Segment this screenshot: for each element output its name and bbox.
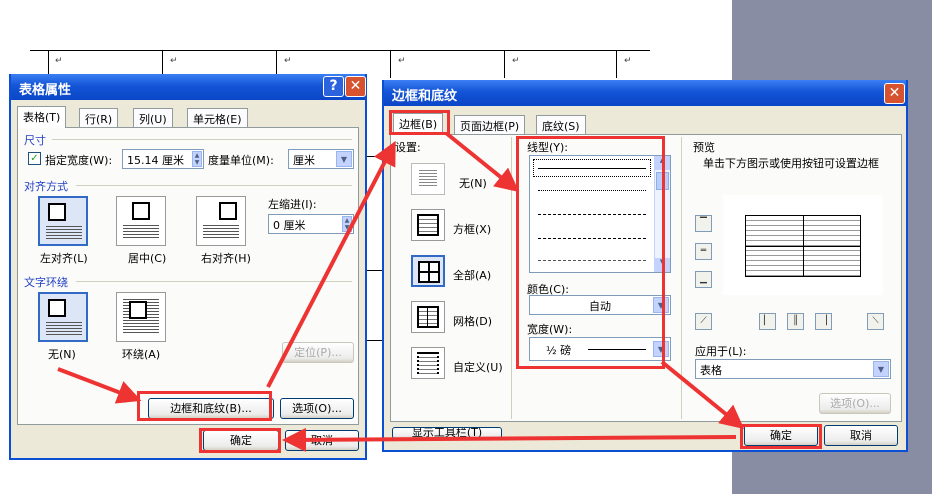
measure-in-select[interactable]: 厘米 ▼: [288, 149, 354, 169]
wrap-none-option[interactable]: [38, 292, 88, 342]
align-left-label: 左对齐(L): [40, 252, 88, 265]
wrap-section-label: 文字环绕: [24, 276, 68, 289]
wrap-around-icon: [129, 301, 147, 319]
left-border-button[interactable]: ▏: [759, 313, 776, 330]
cell-mark: ↵: [170, 56, 178, 66]
align-right-option[interactable]: [196, 196, 246, 246]
align-center-label: 居中(C): [128, 252, 167, 265]
setting-label: 设置:: [395, 141, 421, 154]
right-border-button[interactable]: ▕: [815, 313, 832, 330]
spinner-icon[interactable]: ▲ ▼: [342, 216, 352, 232]
table-center-icon: [132, 202, 150, 220]
diagonal-up-button[interactable]: ⟋: [695, 313, 712, 330]
chevron-down-icon[interactable]: ▼: [873, 361, 889, 377]
cell-mark: ↵: [398, 56, 406, 66]
custom-border-icon: [417, 352, 439, 374]
highlight-ok-button: [199, 428, 281, 453]
cancel-button[interactable]: 取消: [824, 425, 898, 446]
highlight-ok-button: [740, 424, 822, 449]
tab-column[interactable]: 列(U): [133, 108, 173, 128]
setting-none-option[interactable]: [411, 163, 445, 195]
cell-mark: ↵: [284, 56, 292, 66]
tab-table[interactable]: 表格(T): [17, 106, 67, 128]
setting-all-label: 全部(A): [453, 269, 492, 282]
preferred-width-checkbox[interactable]: ✓: [28, 152, 41, 165]
tab-cell[interactable]: 单元格(E): [187, 108, 248, 128]
wrap-none-label: 无(N): [48, 348, 76, 361]
options-button[interactable]: 选项(O)...: [819, 393, 891, 414]
cell-mark: ↵: [624, 56, 632, 66]
tab-page-border[interactable]: 页面边框(P): [454, 115, 526, 135]
align-center-option[interactable]: [116, 196, 166, 246]
alignment-section-label: 对齐方式: [24, 180, 68, 193]
size-section-label: 尺寸: [24, 134, 46, 147]
preview-area[interactable]: [723, 195, 883, 295]
spinner-icon[interactable]: ▲ ▼: [192, 151, 202, 167]
setting-none-label: 无(N): [459, 177, 487, 190]
table-border: [504, 50, 505, 78]
dialog-title: 表格属性: [19, 83, 72, 98]
wrap-none-icon: [48, 299, 66, 317]
cell-mark: ↵: [55, 56, 63, 66]
align-right-label: 右对齐(H): [201, 252, 251, 265]
cancel-button[interactable]: 取消: [285, 430, 359, 451]
setting-all-option[interactable]: [411, 255, 445, 287]
table-right-icon: [219, 202, 237, 220]
table-border-top: [30, 50, 650, 51]
inside-vertical-button[interactable]: ║: [787, 313, 804, 330]
indent-input[interactable]: 0 厘米 ▲ ▼: [268, 214, 354, 234]
dialog-title: 边框和底纹: [392, 89, 458, 104]
align-left-option[interactable]: [38, 196, 88, 246]
close-button[interactable]: ✕: [884, 83, 905, 104]
table-left-icon: [48, 203, 66, 221]
table-options-button[interactable]: 选项(O)...: [280, 398, 354, 419]
preview-label: 预览: [693, 141, 715, 154]
diagonal-down-button[interactable]: ⟍: [867, 313, 884, 330]
tab-panel: 尺寸 ✓ 指定宽度(W): 15.14 厘米 ▲ ▼ 度量单位(M): 厘米 ▼ 对齐…: [17, 127, 359, 425]
highlight-borders-button: [137, 391, 272, 421]
inside-horizontal-button[interactable]: ═: [695, 243, 712, 260]
preferred-width-input[interactable]: 15.14 厘米 ▲ ▼: [122, 149, 204, 169]
dialog-title-bar: 表格属性: [11, 74, 365, 100]
table-border: [364, 270, 384, 271]
setting-box-label: 方框(X): [453, 223, 492, 236]
highlight-style-group: [516, 136, 665, 369]
help-button[interactable]: ?: [323, 76, 344, 97]
apply-to-label: 应用于(L):: [695, 345, 747, 358]
setting-grid-option[interactable]: [411, 301, 445, 333]
show-toolbar-button[interactable]: 显示工具栏(T): [392, 427, 502, 439]
highlight-borders-tab: [389, 110, 450, 135]
setting-custom-label: 自定义(U): [453, 361, 503, 374]
measure-in-label: 度量单位(M):: [208, 154, 274, 167]
dialog-title-bar: 边框和底纹: [384, 80, 906, 106]
table-border: [390, 50, 391, 78]
tab-shading[interactable]: 底纹(S): [536, 115, 586, 135]
wrap-around-option[interactable]: [116, 292, 166, 342]
grid-icon: [417, 306, 439, 328]
cell-mark: ↵: [512, 56, 520, 66]
indent-label: 左缩进(I):: [268, 198, 317, 211]
top-border-button[interactable]: ▔: [695, 215, 712, 232]
chevron-down-icon[interactable]: ▼: [336, 151, 352, 167]
box-border-icon: [417, 214, 439, 236]
table-border: [616, 50, 617, 78]
preview-hint: 单击下方图示或使用按钮可设置边框: [703, 157, 879, 170]
setting-grid-label: 网格(D): [453, 315, 493, 328]
setting-custom-option[interactable]: [411, 347, 445, 379]
tab-row[interactable]: 行(R): [79, 108, 119, 128]
position-button[interactable]: 定位(P)...: [282, 342, 354, 363]
setting-box-option[interactable]: [411, 209, 445, 241]
close-button[interactable]: ✕: [345, 76, 366, 97]
bottom-border-button[interactable]: ▁: [695, 271, 712, 288]
table-border: [364, 156, 384, 157]
apply-to-select[interactable]: 表格 ▼: [695, 359, 891, 379]
table-border: [364, 340, 384, 341]
preferred-width-label: 指定宽度(W):: [45, 154, 113, 167]
wrap-around-label: 环绕(A): [122, 348, 161, 361]
no-border-icon: [419, 170, 437, 188]
